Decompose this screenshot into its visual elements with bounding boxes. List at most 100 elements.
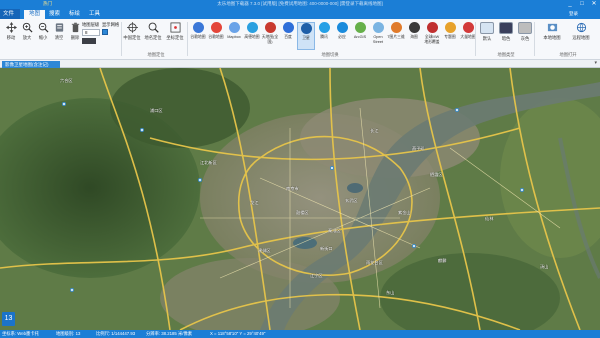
map-label: 紫金山 bbox=[398, 210, 411, 215]
local-map-button[interactable]: 本地地图 bbox=[538, 22, 566, 50]
map-source-button[interactable]: ArcGIS bbox=[351, 22, 369, 50]
map-source-button[interactable]: 百度 bbox=[279, 22, 297, 50]
status-map-level: 地图级别: 13 bbox=[56, 331, 81, 336]
separator bbox=[475, 22, 476, 56]
map-source-label: 腾讯 bbox=[320, 35, 328, 39]
map-source-icon bbox=[192, 22, 204, 33]
separator bbox=[187, 22, 188, 56]
place-locate-label: 地名定位 bbox=[144, 35, 162, 40]
status-lonlat: X = 118°58'10" Y = 29°40'49" bbox=[210, 331, 266, 336]
map-level-value: 8 bbox=[85, 30, 88, 35]
grid-color-swatch[interactable] bbox=[82, 38, 96, 44]
map-source-button[interactable]: 全球MW地形覆盖 bbox=[423, 22, 441, 50]
map-source-button[interactable]: 必应 bbox=[333, 22, 351, 50]
map-source-button[interactable]: 谷歌地图 bbox=[207, 22, 225, 50]
poi-marker[interactable] bbox=[140, 128, 144, 132]
document-tab-bar: 影像卫星地图(含注记) ▾ bbox=[0, 60, 600, 68]
coordinate-locate-label: 坐标定位 bbox=[166, 35, 184, 40]
tab-plot[interactable]: 标绘 bbox=[64, 10, 85, 19]
map-source-icon bbox=[426, 22, 438, 33]
map-source-label: 天地图(全国) bbox=[261, 35, 279, 44]
map-label: 南京市 bbox=[286, 186, 299, 191]
map-source-label: 谷歌地图 bbox=[190, 35, 206, 39]
poi-marker[interactable] bbox=[198, 178, 202, 182]
map-label: 浦口区 bbox=[150, 108, 163, 113]
map-source-button[interactable]: Mapbox bbox=[225, 22, 243, 50]
map-source-icon bbox=[318, 22, 330, 33]
local-map-icon bbox=[547, 23, 557, 32]
place-locate-button[interactable]: 地名定位 bbox=[143, 22, 163, 50]
map-source-label: 卫星 bbox=[302, 36, 310, 40]
open-group-label: 地图打开 bbox=[559, 52, 577, 57]
status-resolution: 分辨率: 38.2185 米/像素 bbox=[146, 331, 193, 336]
poi-marker[interactable] bbox=[330, 166, 334, 170]
map-label: 玄武区 bbox=[345, 198, 358, 203]
poi-marker[interactable] bbox=[62, 102, 66, 106]
tab-search[interactable]: 搜索 bbox=[44, 10, 65, 19]
ribbon-tab-row: 文件 地图 搜索 标绘 工具 登录 bbox=[0, 9, 600, 19]
login-link[interactable]: 登录 bbox=[569, 11, 578, 17]
map-source-button[interactable]: 专题图 bbox=[441, 22, 459, 50]
tab-map[interactable]: 地图 bbox=[24, 10, 46, 19]
close-button[interactable]: ✕ bbox=[588, 0, 600, 9]
minimize-button[interactable]: _ bbox=[564, 0, 576, 9]
map-source-icon bbox=[228, 22, 240, 33]
map-source-icon bbox=[264, 22, 276, 33]
map-level-label: 地图层级 bbox=[82, 22, 100, 27]
map-label: 长江 bbox=[370, 128, 379, 133]
map-label: 雨花台区 bbox=[366, 260, 383, 265]
map-source-button[interactable]: 海图 bbox=[405, 22, 423, 50]
map-level-select[interactable]: 8 bbox=[82, 29, 100, 36]
map-label: 江北新区 bbox=[200, 160, 217, 165]
status-coordinate-system: 坐标系: Web墨卡托 bbox=[2, 331, 39, 336]
coordinate-locate-button[interactable]: 坐标定位 bbox=[164, 22, 186, 50]
map-source-button[interactable]: 谷歌地图 bbox=[189, 22, 207, 50]
show-grid-checkbox[interactable] bbox=[102, 29, 108, 35]
poi-marker[interactable] bbox=[70, 288, 74, 292]
map-canvas[interactable]: 南京市 江宁区 秦淮区 玄武区 鼓楼区 栖霞区 雨花台区 浦口区 建邺区 六合区… bbox=[0, 68, 600, 330]
overlay-group-label: 地图类型 bbox=[497, 52, 515, 57]
map-label: 燕子矶 bbox=[412, 146, 425, 151]
map-type-button[interactable]: 默认 bbox=[478, 22, 496, 50]
map-source-icon bbox=[390, 22, 402, 33]
poi-marker[interactable] bbox=[455, 108, 459, 112]
map-label: 汤山 bbox=[540, 264, 549, 269]
map-source-button[interactable]: 卫星 bbox=[297, 22, 315, 50]
remote-map-button[interactable]: 远程地图 bbox=[567, 22, 595, 50]
map-source-button[interactable]: 腾讯 bbox=[315, 22, 333, 50]
remote-map-icon bbox=[576, 22, 586, 33]
separator bbox=[534, 22, 535, 56]
satellite-map[interactable] bbox=[0, 68, 600, 330]
tab-file[interactable]: 文件 bbox=[0, 9, 20, 19]
map-source-button[interactable]: 天地图(全国) bbox=[261, 22, 279, 50]
map-source-button[interactable]: 高德地图 bbox=[243, 22, 261, 50]
maximize-button[interactable]: □ bbox=[576, 0, 588, 9]
remote-map-label: 远程地图 bbox=[572, 35, 590, 40]
map-type-button[interactable]: 灰色 bbox=[516, 22, 534, 50]
map-source-label: 高德地图 bbox=[244, 35, 260, 39]
map-source-label: 海图 bbox=[410, 35, 418, 39]
clear-icon bbox=[55, 23, 63, 32]
document-tab[interactable]: 影像卫星地图(含注记) bbox=[2, 61, 60, 68]
map-type-label: 默认 bbox=[482, 36, 492, 41]
map-source-button[interactable]: T图片三维 bbox=[387, 22, 405, 50]
zoom-in-icon bbox=[22, 22, 33, 33]
tab-menu-icon[interactable]: ▾ bbox=[594, 60, 597, 66]
search-icon bbox=[148, 22, 159, 33]
map-source-label: Open Street bbox=[372, 35, 384, 44]
map-source-icon bbox=[354, 22, 366, 33]
poi-marker[interactable] bbox=[520, 188, 524, 192]
map-source-label: 专题图 bbox=[444, 35, 456, 39]
map-type-button[interactable]: 暗色 bbox=[497, 22, 515, 50]
map-label: 仙林 bbox=[485, 216, 494, 221]
delete-icon bbox=[71, 22, 79, 33]
poi-marker[interactable] bbox=[412, 244, 416, 248]
china-locate-label: 中国定位 bbox=[123, 35, 141, 40]
tab-tools[interactable]: 工具 bbox=[84, 10, 105, 19]
china-locate-button[interactable]: 中国定位 bbox=[122, 22, 142, 50]
map-type-thumbnail-icon bbox=[480, 22, 494, 34]
map-source-button[interactable]: Open Street bbox=[369, 22, 387, 50]
map-label: 鼓楼区 bbox=[296, 210, 309, 215]
map-source-label: 全球MW地形覆盖 bbox=[424, 35, 440, 44]
map-source-icon bbox=[210, 22, 222, 33]
